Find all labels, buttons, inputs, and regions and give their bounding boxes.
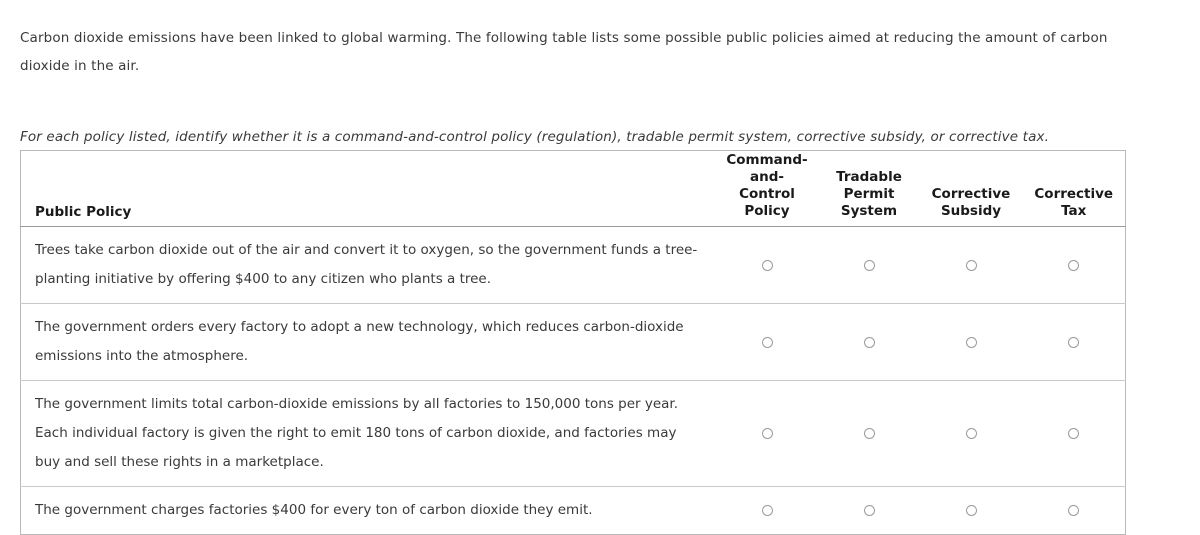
header-line: Tradable — [836, 169, 902, 185]
worksheet-page: Carbon dioxide emissions have been linke… — [0, 0, 1200, 535]
policy-description: Trees take carbon dioxide out of the air… — [20, 226, 715, 304]
header-line: Permit — [843, 186, 895, 202]
header-line: and- — [750, 169, 784, 185]
table-row: Trees take carbon dioxide out of the air… — [20, 226, 1125, 304]
column-header-command-and-control-policy: Command- and- Control Policy — [715, 151, 819, 227]
header-line: Control — [739, 186, 795, 202]
radio-cell-tradable-permit[interactable] — [819, 226, 919, 304]
radio-button-corrective-subsidy[interactable] — [965, 505, 977, 516]
table-body: Trees take carbon dioxide out of the air… — [20, 226, 1125, 535]
radio-button-tradable-permit[interactable] — [863, 336, 875, 348]
instruction-text: For each policy listed, identify whether… — [20, 128, 1050, 145]
policy-description: The government limits total carbon-dioxi… — [20, 380, 715, 487]
header-line: Command- — [726, 152, 808, 168]
column-header-corrective-subsidy: Corrective Subsidy — [919, 151, 1023, 227]
header-line: Corrective — [1034, 186, 1114, 202]
radio-cell-corrective-subsidy[interactable] — [919, 380, 1023, 487]
header-line: Subsidy — [940, 203, 1002, 219]
radio-cell-corrective-tax[interactable] — [1023, 226, 1125, 304]
radio-button-corrective-subsidy[interactable] — [965, 336, 977, 348]
radio-cell-corrective-subsidy[interactable] — [919, 226, 1023, 304]
policy-description: The government charges factories $400 fo… — [20, 486, 715, 535]
radio-button-corrective-subsidy[interactable] — [965, 428, 977, 439]
public-policy-table: Public Policy Command- and- Control Poli… — [20, 150, 1126, 535]
header-line: System — [840, 203, 898, 219]
radio-button-corrective-tax[interactable] — [1068, 336, 1080, 348]
radio-button-corrective-tax[interactable] — [1068, 428, 1080, 439]
radio-cell-command-and-control[interactable] — [715, 486, 819, 535]
radio-button-tradable-permit[interactable] — [863, 505, 875, 516]
radio-cell-corrective-tax[interactable] — [1023, 380, 1125, 487]
radio-cell-corrective-subsidy[interactable] — [919, 486, 1023, 535]
intro-paragraph: Carbon dioxide emissions have been linke… — [20, 29, 1108, 74]
table-row: The government charges factories $400 fo… — [20, 486, 1125, 535]
radio-button-corrective-tax[interactable] — [1068, 259, 1080, 271]
column-header-tradable-permit-system: Tradable Permit System — [819, 151, 919, 227]
table-row: The government orders every factory to a… — [20, 303, 1125, 381]
radio-button-command-and-control[interactable] — [761, 259, 773, 271]
radio-cell-tradable-permit[interactable] — [819, 380, 919, 487]
radio-cell-corrective-tax[interactable] — [1023, 486, 1125, 535]
radio-cell-corrective-tax[interactable] — [1023, 303, 1125, 381]
column-header-public-policy: Public Policy — [35, 204, 132, 220]
radio-button-command-and-control[interactable] — [761, 428, 773, 439]
radio-button-tradable-permit[interactable] — [863, 428, 875, 439]
radio-button-corrective-subsidy[interactable] — [965, 259, 977, 271]
header-line: Tax — [1061, 203, 1087, 219]
table-row: The government limits total carbon-dioxi… — [20, 380, 1125, 487]
radio-button-tradable-permit[interactable] — [863, 259, 875, 271]
header-line: Corrective — [931, 186, 1011, 202]
header-line: Policy — [744, 203, 790, 219]
radio-cell-corrective-subsidy[interactable] — [919, 303, 1023, 381]
radio-cell-tradable-permit[interactable] — [819, 486, 919, 535]
radio-cell-command-and-control[interactable] — [715, 226, 819, 304]
radio-cell-command-and-control[interactable] — [715, 380, 819, 487]
radio-button-command-and-control[interactable] — [761, 336, 773, 348]
radio-cell-command-and-control[interactable] — [715, 303, 819, 381]
radio-button-corrective-tax[interactable] — [1068, 505, 1080, 516]
policy-description: The government orders every factory to a… — [20, 303, 715, 381]
table-header: Public Policy Command- and- Control Poli… — [21, 151, 1126, 227]
radio-button-command-and-control[interactable] — [761, 505, 773, 516]
column-header-corrective-tax: Corrective Tax — [1023, 151, 1125, 227]
radio-cell-tradable-permit[interactable] — [819, 303, 919, 381]
